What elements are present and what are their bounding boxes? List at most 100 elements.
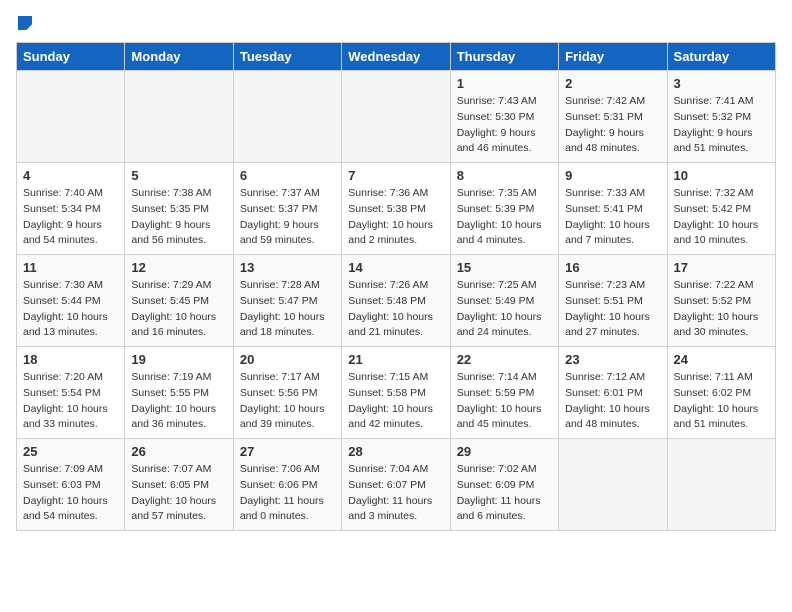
weekday-header-saturday: Saturday: [667, 43, 775, 71]
day-info: Sunrise: 7:33 AM Sunset: 5:41 PM Dayligh…: [565, 186, 660, 249]
calendar-cell: 11Sunrise: 7:30 AM Sunset: 5:44 PM Dayli…: [17, 255, 125, 347]
day-info: Sunrise: 7:07 AM Sunset: 6:05 PM Dayligh…: [131, 462, 226, 525]
day-info: Sunrise: 7:06 AM Sunset: 6:06 PM Dayligh…: [240, 462, 335, 525]
calendar-cell: 2Sunrise: 7:42 AM Sunset: 5:31 PM Daylig…: [559, 71, 667, 163]
calendar-table: SundayMondayTuesdayWednesdayThursdayFrid…: [16, 42, 776, 531]
calendar-week-4: 18 Sunrise: 7:20 AM Sunset: 5:54 PM Dayli…: [17, 347, 776, 439]
day-number: 3: [674, 76, 769, 91]
calendar-week-1: 1 Sunrise: 7:43 AM Sunset: 5:30 PM Daylig…: [17, 71, 776, 163]
calendar-cell: 12 Sunrise: 7:29 AM Sunset: 5:45 PM Dayli…: [125, 255, 233, 347]
calendar-cell: 19 Sunrise: 7:19 AM Sunset: 5:55 PM Dayli…: [125, 347, 233, 439]
day-number: 6: [240, 168, 335, 183]
calendar-cell: 10 Sunrise: 7:32 AM Sunset: 5:42 PM Dayli…: [667, 163, 775, 255]
day-info: Sunrise: 7:23 AM Sunset: 5:51 PM Dayligh…: [565, 278, 660, 341]
calendar-cell: 4 Sunrise: 7:40 AM Sunset: 5:34 PM Daylig…: [17, 163, 125, 255]
calendar-cell: [559, 439, 667, 531]
day-number: 29: [457, 444, 552, 459]
calendar-cell: 14 Sunrise: 7:26 AM Sunset: 5:48 PM Dayli…: [342, 255, 450, 347]
day-info: Sunrise: 7:25 AM Sunset: 5:49 PM Dayligh…: [457, 278, 552, 341]
weekday-header-sunday: Sunday: [17, 43, 125, 71]
day-number: 25: [23, 444, 118, 459]
calendar-cell: 21Sunrise: 7:15 AM Sunset: 5:58 PM Dayli…: [342, 347, 450, 439]
day-info: Sunrise: 7:41 AM Sunset: 5:32 PM Dayligh…: [674, 94, 769, 157]
calendar-cell: 23 Sunrise: 7:12 AM Sunset: 6:01 PM Dayli…: [559, 347, 667, 439]
day-info: Sunrise: 7:32 AM Sunset: 5:42 PM Dayligh…: [674, 186, 769, 249]
calendar-cell: [233, 71, 341, 163]
weekday-header-friday: Friday: [559, 43, 667, 71]
day-number: 16: [565, 260, 660, 275]
calendar-cell: 17 Sunrise: 7:22 AM Sunset: 5:52 PM Dayli…: [667, 255, 775, 347]
day-number: 14: [348, 260, 443, 275]
day-number: 18: [23, 352, 118, 367]
day-number: 4: [23, 168, 118, 183]
day-info: Sunrise: 7:40 AM Sunset: 5:34 PM Dayligh…: [23, 186, 118, 249]
day-info: Sunrise: 7:43 AM Sunset: 5:30 PM Dayligh…: [457, 94, 552, 157]
day-number: 26: [131, 444, 226, 459]
calendar-cell: 13 Sunrise: 7:28 AM Sunset: 5:47 PM Dayli…: [233, 255, 341, 347]
day-info: Sunrise: 7:14 AM Sunset: 5:59 PM Dayligh…: [457, 370, 552, 433]
day-info: Sunrise: 7:26 AM Sunset: 5:48 PM Dayligh…: [348, 278, 443, 341]
day-number: 2: [565, 76, 660, 91]
day-number: 19: [131, 352, 226, 367]
day-info: Sunrise: 7:04 AM Sunset: 6:07 PM Dayligh…: [348, 462, 443, 525]
calendar-cell: 22 Sunrise: 7:14 AM Sunset: 5:59 PM Dayli…: [450, 347, 558, 439]
day-info: Sunrise: 7:12 AM Sunset: 6:01 PM Dayligh…: [565, 370, 660, 433]
calendar-cell: 24 Sunrise: 7:11 AM Sunset: 6:02 PM Dayli…: [667, 347, 775, 439]
day-info: Sunrise: 7:37 AM Sunset: 5:37 PM Dayligh…: [240, 186, 335, 249]
day-info: Sunrise: 7:29 AM Sunset: 5:45 PM Dayligh…: [131, 278, 226, 341]
day-info: Sunrise: 7:09 AM Sunset: 6:03 PM Dayligh…: [23, 462, 118, 525]
day-number: 21: [348, 352, 443, 367]
day-info: Sunrise: 7:11 AM Sunset: 6:02 PM Dayligh…: [674, 370, 769, 433]
day-info: Sunrise: 7:22 AM Sunset: 5:52 PM Dayligh…: [674, 278, 769, 341]
weekday-header-thursday: Thursday: [450, 43, 558, 71]
calendar-week-3: 11Sunrise: 7:30 AM Sunset: 5:44 PM Dayli…: [17, 255, 776, 347]
day-info: Sunrise: 7:19 AM Sunset: 5:55 PM Dayligh…: [131, 370, 226, 433]
calendar-cell: 7 Sunrise: 7:36 AM Sunset: 5:38 PM Daylig…: [342, 163, 450, 255]
day-info: Sunrise: 7:28 AM Sunset: 5:47 PM Dayligh…: [240, 278, 335, 341]
day-number: 27: [240, 444, 335, 459]
logo-icon: [18, 16, 32, 30]
day-number: 23: [565, 352, 660, 367]
calendar-cell: 8 Sunrise: 7:35 AM Sunset: 5:39 PM Daylig…: [450, 163, 558, 255]
page-header: [16, 16, 776, 30]
weekday-header-wednesday: Wednesday: [342, 43, 450, 71]
calendar-cell: 9 Sunrise: 7:33 AM Sunset: 5:41 PM Daylig…: [559, 163, 667, 255]
day-number: 12: [131, 260, 226, 275]
day-info: Sunrise: 7:36 AM Sunset: 5:38 PM Dayligh…: [348, 186, 443, 249]
calendar-cell: 1 Sunrise: 7:43 AM Sunset: 5:30 PM Daylig…: [450, 71, 558, 163]
calendar-cell: [125, 71, 233, 163]
day-number: 13: [240, 260, 335, 275]
weekday-header-row: SundayMondayTuesdayWednesdayThursdayFrid…: [17, 43, 776, 71]
calendar-cell: 6 Sunrise: 7:37 AM Sunset: 5:37 PM Daylig…: [233, 163, 341, 255]
calendar-cell: 29 Sunrise: 7:02 AM Sunset: 6:09 PM Dayli…: [450, 439, 558, 531]
calendar-cell: [667, 439, 775, 531]
calendar-week-2: 4 Sunrise: 7:40 AM Sunset: 5:34 PM Daylig…: [17, 163, 776, 255]
weekday-header-tuesday: Tuesday: [233, 43, 341, 71]
day-number: 7: [348, 168, 443, 183]
day-info: Sunrise: 7:38 AM Sunset: 5:35 PM Dayligh…: [131, 186, 226, 249]
day-number: 15: [457, 260, 552, 275]
day-number: 5: [131, 168, 226, 183]
day-number: 11: [23, 260, 118, 275]
day-number: 17: [674, 260, 769, 275]
day-number: 24: [674, 352, 769, 367]
day-number: 1: [457, 76, 552, 91]
calendar-cell: 25 Sunrise: 7:09 AM Sunset: 6:03 PM Dayli…: [17, 439, 125, 531]
day-number: 8: [457, 168, 552, 183]
day-number: 22: [457, 352, 552, 367]
day-info: Sunrise: 7:17 AM Sunset: 5:56 PM Dayligh…: [240, 370, 335, 433]
calendar-cell: 15 Sunrise: 7:25 AM Sunset: 5:49 PM Dayli…: [450, 255, 558, 347]
day-info: Sunrise: 7:35 AM Sunset: 5:39 PM Dayligh…: [457, 186, 552, 249]
calendar-cell: 3 Sunrise: 7:41 AM Sunset: 5:32 PM Daylig…: [667, 71, 775, 163]
calendar-cell: 16 Sunrise: 7:23 AM Sunset: 5:51 PM Dayli…: [559, 255, 667, 347]
calendar-week-5: 25 Sunrise: 7:09 AM Sunset: 6:03 PM Dayli…: [17, 439, 776, 531]
day-info: Sunrise: 7:02 AM Sunset: 6:09 PM Dayligh…: [457, 462, 552, 525]
day-number: 9: [565, 168, 660, 183]
day-number: 10: [674, 168, 769, 183]
calendar-cell: 27 Sunrise: 7:06 AM Sunset: 6:06 PM Dayli…: [233, 439, 341, 531]
calendar-cell: 5 Sunrise: 7:38 AM Sunset: 5:35 PM Daylig…: [125, 163, 233, 255]
day-info: Sunrise: 7:20 AM Sunset: 5:54 PM Dayligh…: [23, 370, 118, 433]
day-number: 28: [348, 444, 443, 459]
calendar-cell: 26 Sunrise: 7:07 AM Sunset: 6:05 PM Dayli…: [125, 439, 233, 531]
logo: [16, 16, 32, 30]
